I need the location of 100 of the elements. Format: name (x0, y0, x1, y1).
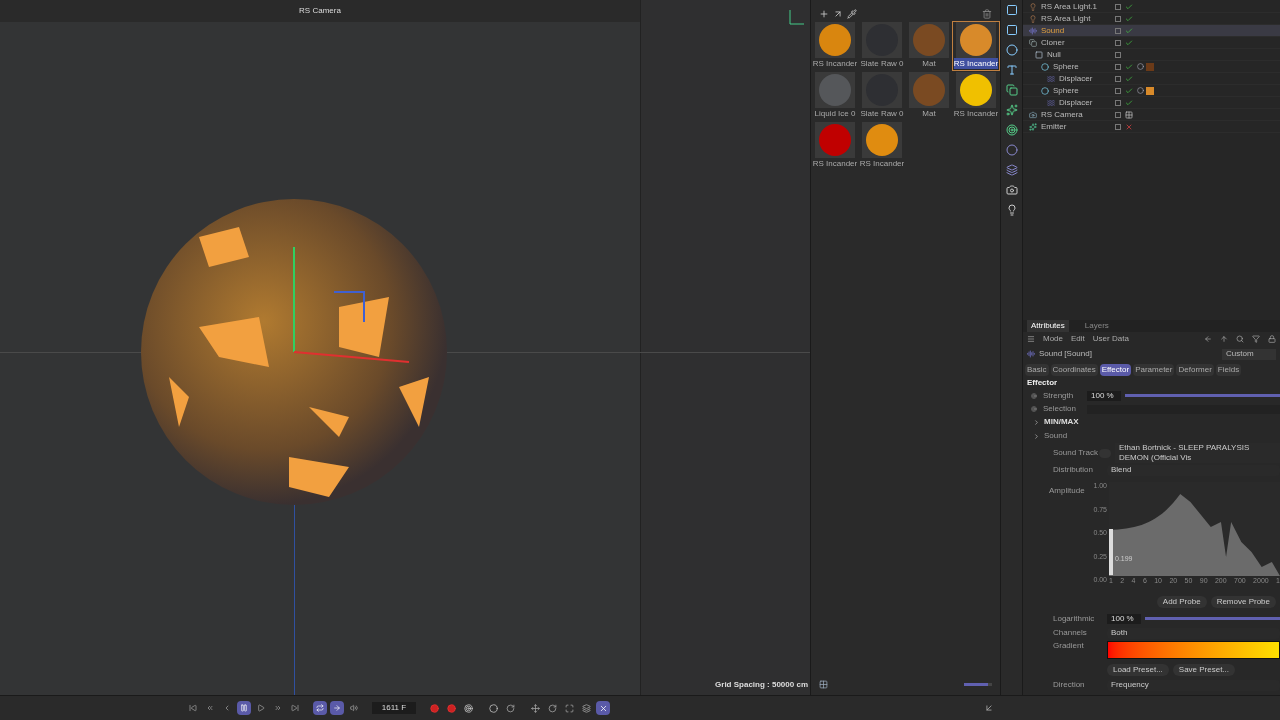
sphere-icon[interactable] (1005, 44, 1018, 56)
scale-button[interactable] (562, 701, 576, 715)
particles-icon[interactable] (1005, 104, 1018, 116)
loop-button[interactable] (313, 701, 327, 715)
object-name: Displacer (1059, 97, 1093, 108)
pause-button[interactable] (237, 701, 251, 715)
preset-button[interactable]: Load Preset... (1107, 664, 1169, 676)
cloner-icon[interactable] (1005, 84, 1018, 96)
trash-icon[interactable] (982, 9, 992, 19)
enabled-check-icon[interactable] (1125, 86, 1133, 95)
object-row[interactable]: Cloner (1023, 37, 1280, 49)
rotate-button[interactable] (503, 701, 517, 715)
object-name: Sphere (1053, 61, 1079, 72)
back-icon[interactable] (1204, 335, 1212, 343)
layers-button[interactable] (579, 701, 593, 715)
move-icon (530, 703, 540, 713)
camera-tag-icon[interactable] (1125, 110, 1133, 119)
lock-icon[interactable] (1268, 335, 1276, 343)
menu-item[interactable]: Mode (1043, 333, 1063, 345)
object-icon (1029, 2, 1037, 11)
material-tag[interactable] (1146, 86, 1154, 95)
up-icon[interactable] (1220, 335, 1228, 343)
preset-button[interactable]: Save Preset... (1172, 664, 1236, 676)
object-row[interactable]: RS Camera (1023, 109, 1280, 121)
move-button[interactable] (528, 701, 542, 715)
tag-icon[interactable] (1137, 63, 1144, 70)
record-icon (429, 703, 439, 713)
circle-button[interactable] (486, 701, 500, 715)
field-label: Sound Track (1052, 447, 1099, 459)
probe-button[interactable]: Add Probe (1156, 596, 1207, 608)
object-row[interactable]: Sphere (1023, 85, 1280, 97)
viewport[interactable]: RS Camera Grid Spacing : 50000 cm (0, 0, 810, 695)
enabled-check-icon[interactable] (1125, 98, 1133, 107)
frame-field[interactable]: 1611 F (372, 702, 416, 714)
text-icon[interactable] (1005, 64, 1018, 76)
enabled-check-icon[interactable] (1125, 38, 1133, 47)
keyframe-button[interactable] (461, 701, 475, 715)
object-row[interactable]: Sound (1023, 25, 1280, 37)
play-icon (257, 704, 265, 712)
slider-fill[interactable] (1145, 617, 1280, 620)
menu-item[interactable]: User Data (1092, 333, 1129, 345)
arrow-icon[interactable] (833, 9, 843, 19)
camera-icon[interactable] (1005, 184, 1018, 196)
attribute-tab[interactable]: Deformer (1176, 363, 1214, 376)
slider-fill[interactable] (1125, 394, 1280, 397)
group-title[interactable]: MIN/MAX (1044, 416, 1079, 428)
keyframe-icon[interactable] (1031, 406, 1037, 412)
panel-tab[interactable]: Layers (1080, 320, 1113, 332)
tag-icon[interactable] (1137, 87, 1144, 94)
field-label: Logarithmic (1053, 612, 1096, 625)
square-icon[interactable] (1005, 24, 1018, 36)
light-icon[interactable] (1005, 204, 1018, 216)
speed-button[interactable] (330, 701, 344, 715)
view-mode-icon[interactable] (819, 679, 828, 689)
field-label: Selection (1043, 403, 1077, 415)
menu-item[interactable]: Edit (1071, 333, 1085, 345)
object-row[interactable]: Emitter (1023, 121, 1280, 133)
group-title[interactable]: Sound (1044, 430, 1068, 442)
cross-button[interactable] (596, 701, 610, 715)
layers-icon (581, 703, 591, 713)
add-icon[interactable] (819, 9, 829, 19)
preset-dropdown[interactable]: Custom (1222, 348, 1276, 360)
value-field[interactable]: 100 % (1107, 613, 1141, 624)
probe-button[interactable]: Remove Probe (1210, 596, 1276, 608)
panel-tab[interactable]: Attributes (1027, 320, 1069, 332)
attribute-tab[interactable]: Coordinates (1050, 363, 1098, 376)
camera-label[interactable]: RS Camera (299, 5, 341, 17)
object-row[interactable]: Displacer (1023, 97, 1280, 109)
gradient-bar[interactable] (1107, 641, 1280, 659)
attribute-tab[interactable]: Effector (1099, 363, 1132, 376)
rotate-tool-icon (547, 703, 557, 713)
object-row[interactable]: RS Area Light.1 (1023, 1, 1280, 13)
probe-marker[interactable] (1109, 529, 1113, 575)
sound-icon (1027, 350, 1035, 358)
auto-key-button[interactable] (444, 701, 458, 715)
next-key-icon (274, 704, 282, 712)
search-icon[interactable] (1236, 335, 1244, 343)
enabled-check-icon[interactable] (1125, 74, 1133, 83)
enabled-check-icon[interactable] (1125, 62, 1133, 71)
object-row[interactable]: Displacer (1023, 73, 1280, 85)
layers-icon[interactable] (1005, 164, 1018, 176)
menu-icon[interactable] (1027, 335, 1035, 343)
material-name: RS Incander (953, 58, 999, 69)
target-icon[interactable] (1005, 124, 1018, 136)
object-row[interactable]: Null (1023, 49, 1280, 61)
circle-icon (488, 703, 498, 713)
filter-icon[interactable] (1252, 335, 1260, 343)
zoom-slider[interactable] (964, 682, 988, 686)
value-field[interactable]: 100 % (1087, 390, 1121, 401)
attribute-tab[interactable]: Parameter (1133, 363, 1175, 376)
enabled-check-icon[interactable] (1125, 26, 1133, 35)
enabled-check-icon[interactable] (1125, 2, 1133, 11)
attribute-tab[interactable]: Basic (1025, 363, 1049, 376)
record-button[interactable] (427, 701, 441, 715)
attribute-tab[interactable]: Fields (1215, 363, 1242, 376)
circle-icon[interactable] (1005, 144, 1018, 156)
object-row[interactable]: Sphere (1023, 61, 1280, 73)
enabled-check-icon[interactable] (1125, 14, 1133, 23)
rotate-tool-button[interactable] (545, 701, 559, 715)
eyedropper-icon[interactable] (847, 9, 857, 19)
